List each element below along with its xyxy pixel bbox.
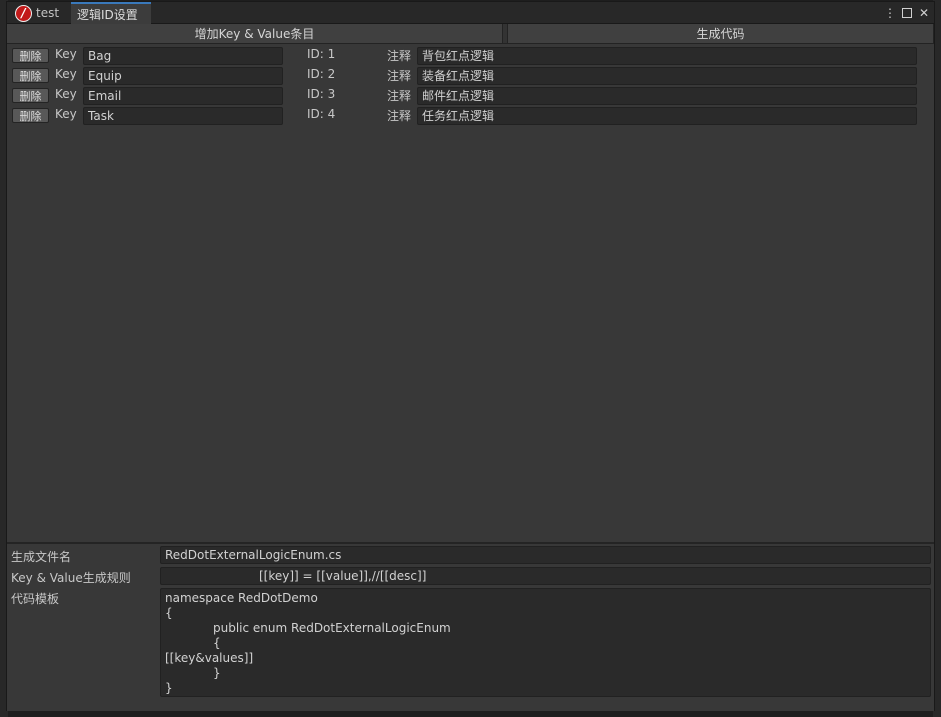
code-line: { bbox=[165, 606, 173, 620]
tab-test-label: test bbox=[36, 6, 60, 20]
more-options-icon[interactable]: ⋮ bbox=[884, 6, 896, 20]
id-label: ID: 1 bbox=[307, 47, 336, 61]
code-line: } bbox=[213, 666, 221, 680]
settings-panel: 生成文件名 RedDotExternalLogicEnum.cs Key & V… bbox=[7, 545, 934, 711]
code-line: [[key&values]] bbox=[165, 651, 254, 665]
note-input[interactable]: 装备红点逻辑 bbox=[417, 67, 917, 85]
note-input[interactable]: 背包红点逻辑 bbox=[417, 47, 917, 65]
key-label: Key bbox=[55, 87, 77, 101]
entry-list: 删除 Key Bag ID: 1 注释 背包红点逻辑 删除 Key Equip … bbox=[11, 46, 931, 126]
code-line: namespace RedDotDemo bbox=[165, 591, 318, 605]
note-label: 注释 bbox=[387, 109, 412, 123]
key-input[interactable]: Email bbox=[83, 87, 283, 105]
filename-label: 生成文件名 bbox=[11, 550, 72, 564]
maximize-icon[interactable] bbox=[902, 8, 912, 18]
code-line: { bbox=[213, 636, 221, 650]
entry-row: 删除 Key Equip ID: 2 注释 装备红点逻辑 bbox=[11, 66, 931, 86]
rule-label: Key & Value生成规则 bbox=[11, 571, 131, 585]
key-label: Key bbox=[55, 47, 77, 61]
close-icon[interactable]: ✕ bbox=[918, 6, 930, 20]
filename-input[interactable]: RedDotExternalLogicEnum.cs bbox=[160, 546, 931, 564]
note-input[interactable]: 邮件红点逻辑 bbox=[417, 87, 917, 105]
delete-button[interactable]: 删除 bbox=[12, 108, 49, 123]
key-input[interactable]: Bag bbox=[83, 47, 283, 65]
note-label: 注释 bbox=[387, 89, 412, 103]
note-label: 注释 bbox=[387, 49, 412, 63]
id-label: ID: 3 bbox=[307, 87, 336, 101]
tab-logic-id-settings-label: 逻辑ID设置 bbox=[77, 7, 138, 22]
delete-button[interactable]: 删除 bbox=[12, 48, 49, 63]
entry-row: 删除 Key Task ID: 4 注释 任务红点逻辑 bbox=[11, 106, 931, 126]
key-input[interactable]: Task bbox=[83, 107, 283, 125]
id-label: ID: 4 bbox=[307, 107, 336, 121]
tab-logic-id-settings[interactable]: 逻辑ID设置 bbox=[71, 2, 151, 24]
panel-divider[interactable] bbox=[7, 542, 934, 544]
tab-test[interactable]: / test bbox=[9, 2, 69, 24]
editor-window: / test 逻辑ID设置 ⋮ ✕ 增加Key & Value条目 生成代码 删… bbox=[6, 1, 935, 711]
note-label: 注释 bbox=[387, 69, 412, 83]
delete-button[interactable]: 删除 bbox=[12, 68, 49, 83]
add-entry-button[interactable]: 增加Key & Value条目 bbox=[7, 24, 503, 43]
entry-row: 删除 Key Email ID: 3 注释 邮件红点逻辑 bbox=[11, 86, 931, 106]
code-line: } bbox=[165, 681, 173, 695]
key-label: Key bbox=[55, 67, 77, 81]
key-input[interactable]: Equip bbox=[83, 67, 283, 85]
entry-row: 删除 Key Bag ID: 1 注释 背包红点逻辑 bbox=[11, 46, 931, 66]
rule-input[interactable]: [[key]] = [[value]],//[[desc]] bbox=[160, 567, 931, 585]
note-input[interactable]: 任务红点逻辑 bbox=[417, 107, 917, 125]
delete-button[interactable]: 删除 bbox=[12, 88, 49, 103]
template-label: 代码模板 bbox=[11, 592, 60, 606]
window-controls: ⋮ ✕ bbox=[884, 2, 930, 24]
template-textarea[interactable]: namespace RedDotDemo { public enum RedDo… bbox=[160, 588, 931, 697]
id-label: ID: 2 bbox=[307, 67, 336, 81]
code-line: public enum RedDotExternalLogicEnum bbox=[213, 621, 451, 635]
key-label: Key bbox=[55, 107, 77, 121]
toolbar: 增加Key & Value条目 生成代码 bbox=[7, 24, 934, 44]
app-logo-icon: / bbox=[15, 4, 32, 22]
generate-code-button[interactable]: 生成代码 bbox=[508, 24, 934, 43]
tab-bar: / test 逻辑ID设置 ⋮ ✕ bbox=[7, 2, 934, 24]
